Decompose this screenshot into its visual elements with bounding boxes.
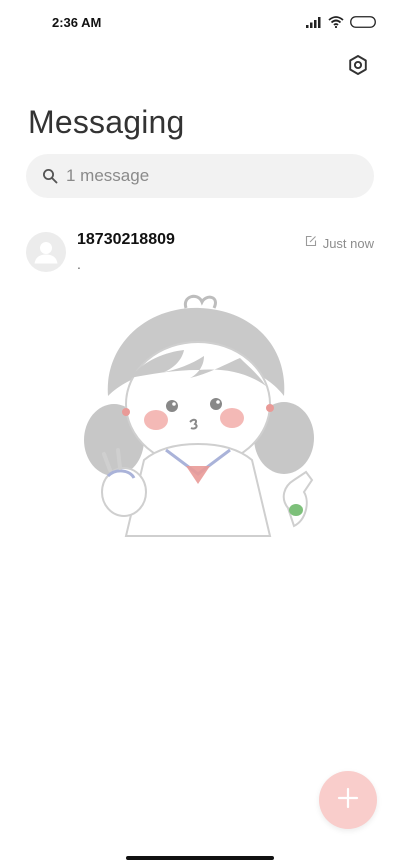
search-placeholder: 1 message bbox=[66, 166, 150, 185]
cellular-signal-icon bbox=[306, 15, 322, 33]
edit-draft-icon bbox=[305, 234, 317, 252]
default-contact-icon bbox=[34, 242, 58, 264]
message-preview: . bbox=[77, 256, 81, 272]
search-bar[interactable]: 1 message bbox=[26, 154, 374, 198]
settings-hex-icon bbox=[347, 54, 369, 81]
battery-icon bbox=[350, 15, 376, 33]
page-title: Messaging bbox=[28, 104, 185, 140]
conversation-item[interactable]: 18730218809 . Just now bbox=[0, 222, 400, 282]
status-time: 2:36 AM bbox=[52, 15, 102, 30]
status-icons bbox=[306, 15, 376, 33]
settings-button[interactable] bbox=[346, 54, 370, 81]
avatar bbox=[26, 232, 66, 272]
plus-icon bbox=[337, 787, 359, 814]
contact-name: 18730218809 bbox=[77, 231, 175, 248]
message-time: Just now bbox=[322, 235, 374, 251]
new-message-button[interactable] bbox=[319, 771, 377, 829]
search-icon bbox=[42, 168, 58, 184]
status-bar: 2:36 AM bbox=[0, 0, 400, 44]
wifi-icon bbox=[328, 15, 344, 33]
home-indicator[interactable] bbox=[126, 856, 274, 860]
timestamp-group: Just now bbox=[305, 234, 374, 252]
empty-state-illustration bbox=[74, 288, 324, 538]
